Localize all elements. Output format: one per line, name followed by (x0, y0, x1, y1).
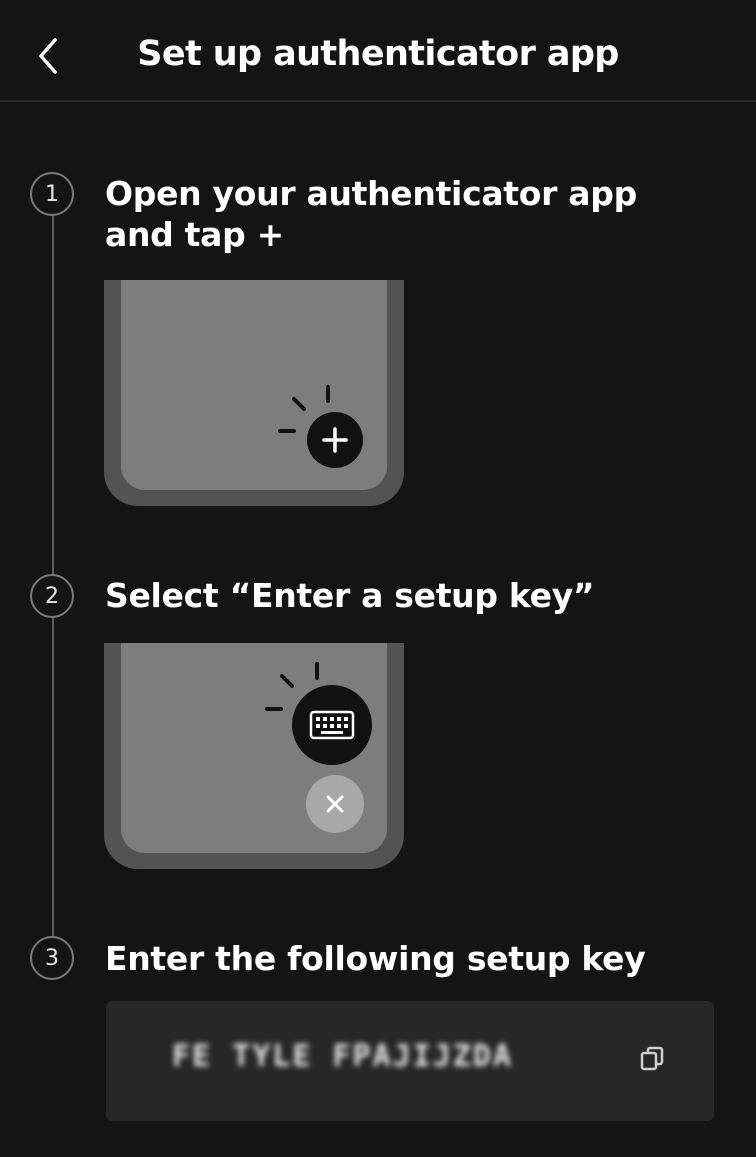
step-1-illustration (104, 280, 404, 506)
header-bar: Set up authenticator app (0, 0, 756, 102)
tap-plus-graphic (278, 385, 363, 468)
step-1-instruction: Open your authenticator app and tap + (105, 174, 637, 254)
step-2-instruction: Select “Enter a setup key” (105, 576, 595, 615)
step-3-instruction: Enter the following setup key (105, 939, 646, 978)
step-number-1: 1 (30, 172, 74, 216)
page-title: Set up authenticator app (137, 34, 619, 74)
select-setup-key-graphic (265, 662, 372, 833)
setup-key-box[interactable]: FE TYLE FPAJIJZDA (106, 1001, 714, 1121)
step-number-3: 3 (30, 936, 74, 980)
copy-icon[interactable] (638, 1045, 666, 1073)
step-2-illustration (104, 643, 404, 869)
setup-key-value[interactable]: FE TYLE FPAJIJZDA (172, 1039, 513, 1074)
step-number-2: 2 (30, 574, 74, 618)
